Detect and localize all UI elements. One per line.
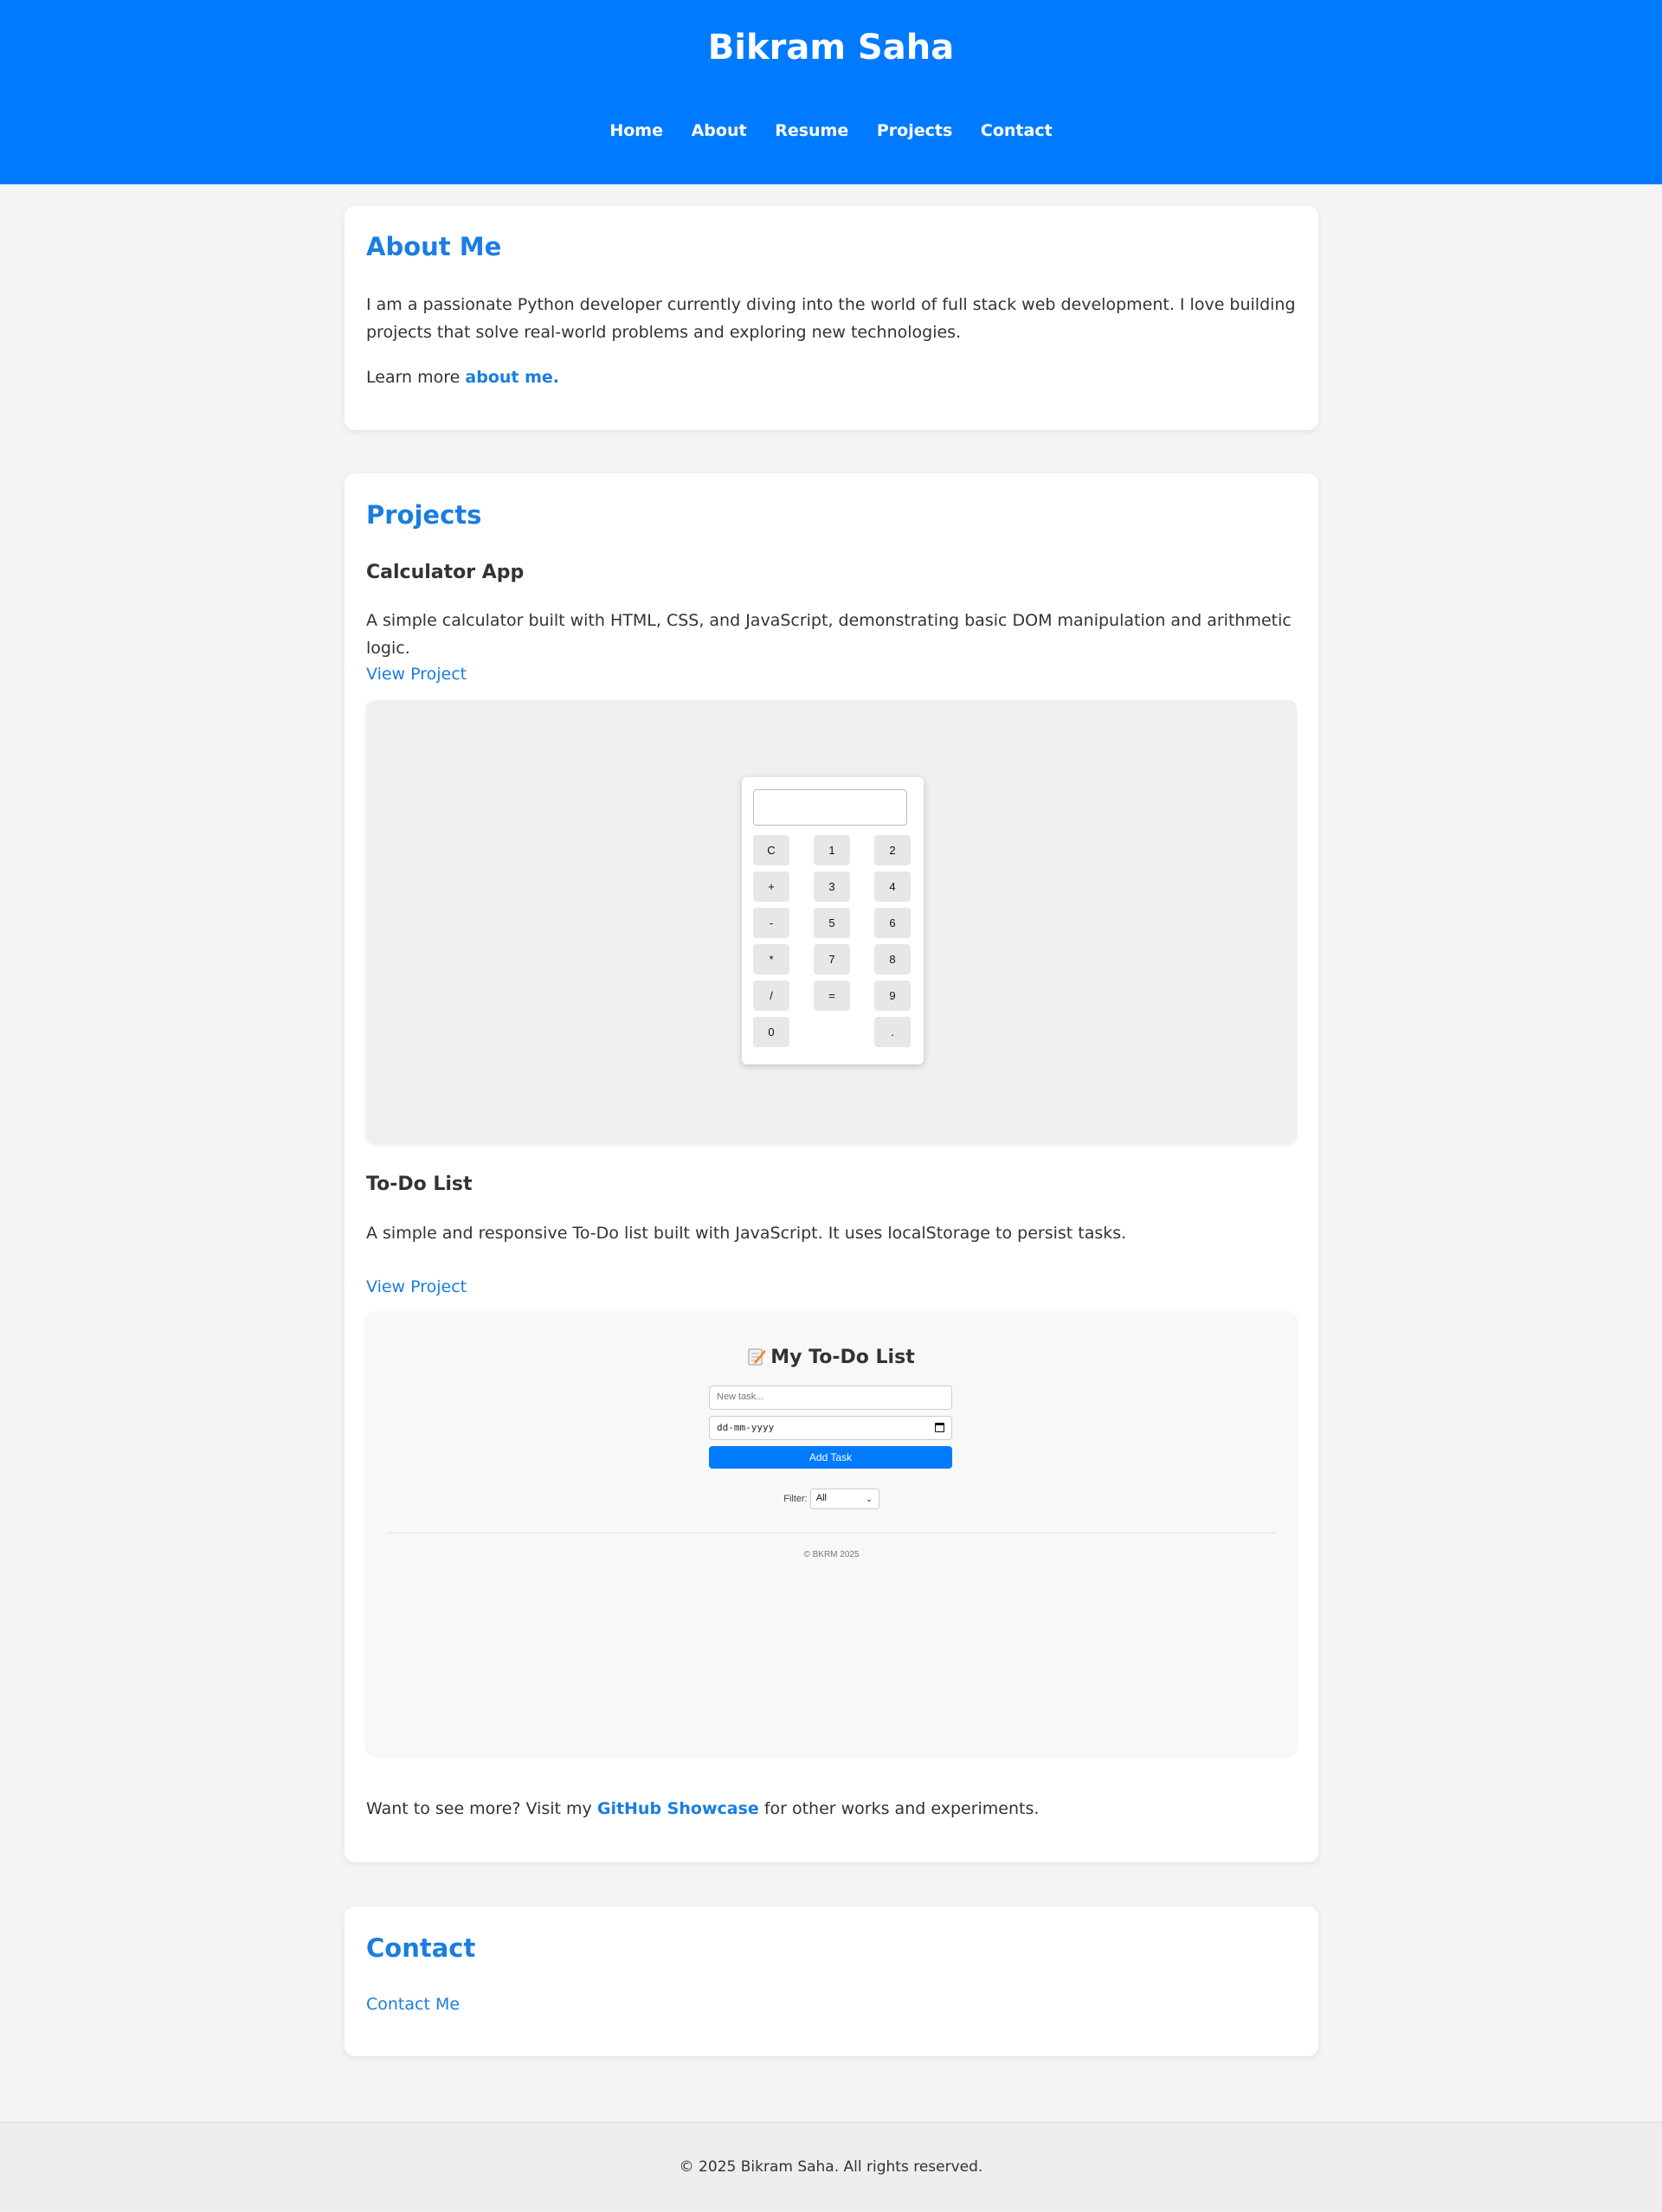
todo-footer: © BKRM 2025 (803, 1550, 860, 1559)
about-me-link[interactable]: about me. (465, 368, 559, 387)
calc-button-4[interactable]: 4 (874, 871, 911, 902)
todo-title: My To-Do List (366, 1347, 1297, 1368)
calc-button-5[interactable]: 5 (814, 908, 850, 938)
calculator-preview: C 1 2 + 3 4 - 5 6 * 7 8 / = 9 0 . (366, 700, 1297, 1144)
calc-button-decimal[interactable]: . (874, 1017, 911, 1047)
learn-more-text: Learn more (366, 368, 466, 387)
nav-contact[interactable]: Contact (981, 121, 1053, 140)
filter-label: Filter: (783, 1493, 808, 1504)
todo-date-placeholder: dd-mm-yyyy (717, 1422, 775, 1433)
calc-button-6[interactable]: 6 (874, 908, 911, 938)
calculator-display[interactable] (753, 789, 907, 826)
calc-button-clear[interactable]: C (753, 835, 789, 865)
calc-button-multiply[interactable]: * (753, 944, 789, 974)
projects-heading: Projects (366, 500, 482, 530)
filter-select-value: All (815, 1493, 828, 1503)
todo-date-input[interactable]: dd-mm-yyyy (709, 1416, 952, 1440)
more-suffix: for other works and experiments. (758, 1799, 1040, 1818)
todo-filter-row: Filter: All ⌄ (366, 1489, 1297, 1509)
calendar-icon[interactable] (935, 1423, 944, 1432)
view-project-calculator-link[interactable]: View Project (366, 665, 467, 684)
site-header: Bikram Saha Home About Resume Projects C… (0, 0, 1662, 184)
site-title: Bikram Saha (707, 28, 955, 68)
chevron-down-icon: ⌄ (866, 1495, 873, 1503)
about-paragraph: I am a passionate Python developer curre… (366, 295, 1296, 342)
contact-heading: Contact (366, 1933, 476, 1963)
calc-button-2[interactable]: 2 (874, 835, 911, 865)
calc-button-3[interactable]: 3 (814, 871, 850, 902)
nav-about[interactable]: About (692, 121, 747, 140)
todo-title-text: My To-Do List (770, 1347, 915, 1368)
add-task-button[interactable]: Add Task (709, 1446, 952, 1469)
calc-button-plus[interactable]: + (753, 871, 789, 902)
site-footer: © 2025 Bikram Saha. All rights reserved. (0, 2122, 1662, 2211)
todo-divider (388, 1533, 1275, 1534)
calculator-widget: C 1 2 + 3 4 - 5 6 * 7 8 / = 9 0 . (742, 777, 924, 1064)
calc-button-minus[interactable]: - (753, 908, 789, 938)
project-desc-calculator: A simple calculator built with HTML, CSS… (366, 611, 1292, 658)
contact-me-link[interactable]: Contact Me (366, 1995, 460, 2014)
todo-task-input[interactable]: New task... (709, 1386, 952, 1410)
calc-button-1[interactable]: 1 (814, 835, 850, 865)
projects-section: Projects Calculator App A simple calcula… (345, 473, 1318, 1862)
nav-resume[interactable]: Resume (775, 121, 848, 140)
todo-preview: My To-Do List New task... dd-mm-yyyy Add… (366, 1312, 1297, 1755)
footer-text: © 2025 Bikram Saha. All rights reserved. (679, 2158, 983, 2176)
calc-button-0[interactable]: 0 (753, 1017, 789, 1047)
about-learn-more: Learn more about me. (366, 363, 559, 391)
contact-section: Contact Contact Me (345, 1907, 1318, 2056)
project-title-todo: To-Do List (366, 1174, 473, 1195)
view-project-todo-link[interactable]: View Project (366, 1277, 467, 1296)
main-nav: Home About Resume Projects Contact (0, 121, 1662, 140)
project-desc-todo: A simple and responsive To-Do list built… (366, 1224, 1127, 1243)
more-prefix: Want to see more? Visit my (366, 1799, 597, 1818)
nav-projects[interactable]: Projects (877, 121, 952, 140)
calc-button-equals[interactable]: = (814, 981, 850, 1011)
calc-button-8[interactable]: 8 (874, 944, 911, 974)
project-title-calculator: Calculator App (366, 562, 525, 583)
about-section: About Me I am a passionate Python develo… (345, 206, 1318, 430)
filter-select[interactable]: All ⌄ (809, 1489, 879, 1509)
nav-home[interactable]: Home (609, 121, 663, 140)
about-heading: About Me (366, 232, 502, 261)
calc-button-7[interactable]: 7 (814, 944, 850, 974)
github-showcase-link[interactable]: GitHub Showcase (597, 1799, 759, 1818)
calc-button-divide[interactable]: / (753, 981, 789, 1011)
calc-button-9[interactable]: 9 (874, 981, 911, 1011)
more-projects-text: Want to see more? Visit my GitHub Showca… (366, 1795, 1039, 1823)
memo-icon (748, 1347, 767, 1366)
